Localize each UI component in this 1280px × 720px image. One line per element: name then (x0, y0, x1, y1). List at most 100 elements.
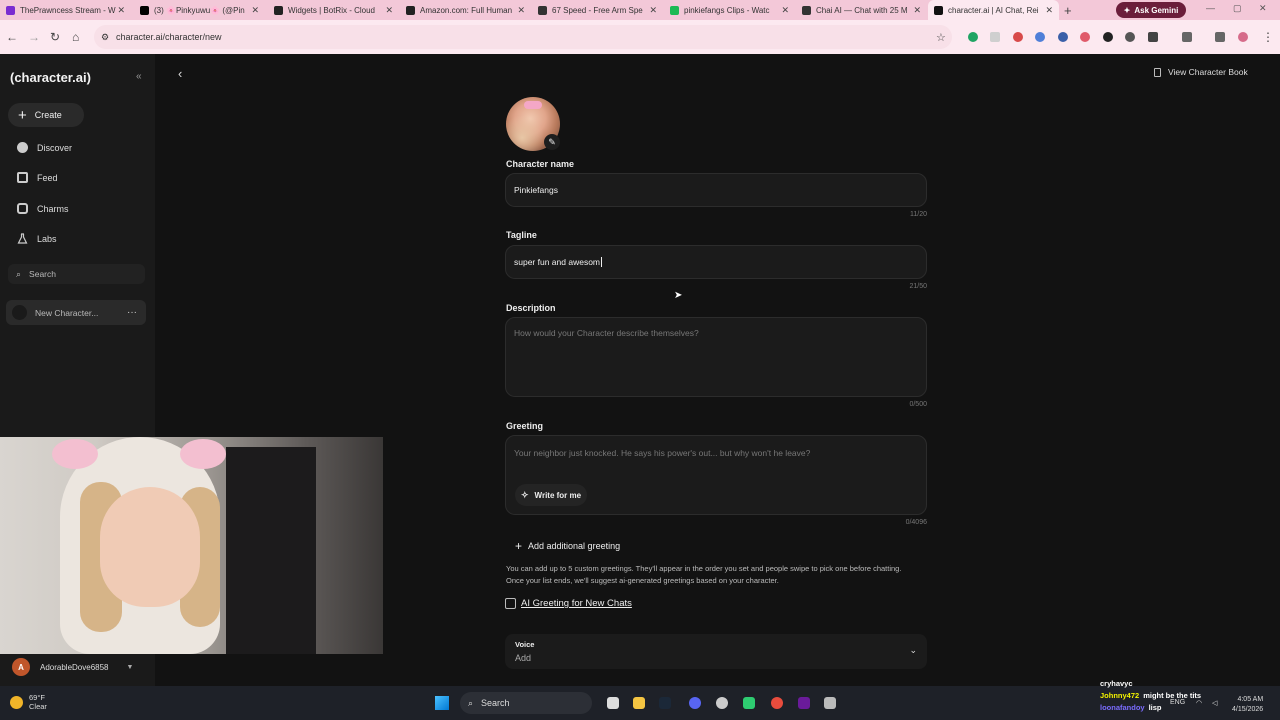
chat-message: lisp (1148, 703, 1162, 712)
close-tab-icon[interactable]: ✕ (781, 5, 789, 16)
sidebar-item-feed[interactable]: Feed (17, 172, 58, 183)
minimize-icon[interactable]: — (1206, 3, 1215, 13)
back-chevron-icon[interactable]: ‹ (178, 66, 182, 81)
character-name-input[interactable]: Pinkiefangs (505, 173, 927, 207)
extension-icon[interactable] (1103, 32, 1113, 42)
recent-chat-item[interactable]: New Character... ··· (6, 300, 146, 325)
browser-tab-bar: ThePrawncess Stream - W ✕ (3) 🌸Pinkyuwu🌸 (… (0, 0, 1280, 20)
extensions-puzzle-icon[interactable] (1148, 32, 1158, 42)
profile-avatar-icon[interactable] (1238, 32, 1248, 42)
add-greeting-button[interactable]: + Add additional greeting (509, 535, 629, 557)
chrome-icon[interactable] (771, 697, 783, 709)
extension-grammarly-icon[interactable] (968, 32, 978, 42)
close-tab-icon[interactable]: ✕ (251, 5, 259, 16)
forward-arrow-icon[interactable]: → (28, 30, 40, 44)
sidepanel-icon[interactable] (1182, 32, 1192, 42)
task-view-icon[interactable] (607, 697, 619, 709)
stream-chat-overlay: cryhavyc Johnny472 might be the tits loonaf… (1100, 678, 1201, 714)
description-textarea[interactable]: How would your Character describe themse… (505, 317, 927, 397)
app-icon[interactable] (798, 697, 810, 709)
collapse-sidebar-icon[interactable]: « (136, 71, 142, 82)
tab-favicon-icon (802, 5, 811, 15)
extension-icon[interactable] (1125, 32, 1135, 42)
sidebar-item-label: Feed (37, 172, 58, 183)
clock[interactable]: 4:05 AM 4/15/2026 (1232, 695, 1263, 715)
taskbar-search[interactable]: ⌕ Search (460, 692, 592, 714)
app-icon[interactable] (743, 697, 755, 709)
ask-gemini-button[interactable]: ✦ Ask Gemini (1116, 2, 1186, 18)
tagline-input[interactable]: super fun and awesom (505, 245, 927, 279)
app-icon[interactable] (824, 697, 836, 709)
site-logo[interactable]: (character.ai) (10, 70, 91, 85)
weather-widget[interactable]: 69°F Clear (10, 693, 47, 711)
tab-title: character.ai | AI Chat, Rei (948, 5, 1039, 15)
extension-icon[interactable] (1080, 32, 1090, 42)
voice-select[interactable]: Voice Add ⌄ (505, 634, 927, 669)
view-character-book-button[interactable]: View Character Book (1154, 67, 1248, 77)
chat-username: cryhavyc (1100, 679, 1133, 688)
tab-title: (3) 🌸Pinkyuwu🌸 (@Pin (154, 5, 245, 15)
edit-pencil-icon[interactable]: ✎ (544, 134, 560, 150)
weather-desc: Clear (29, 702, 47, 711)
browser-tab[interactable]: character.ai | AI Chat, Rei ✕ (928, 0, 1059, 20)
bookmark-star-icon[interactable]: ☆ (936, 31, 946, 44)
extension-icon[interactable] (1013, 32, 1023, 42)
close-tab-icon[interactable]: ✕ (649, 5, 657, 16)
sidebar-item-discover[interactable]: Discover (17, 142, 72, 153)
tab-favicon-icon (538, 5, 547, 15)
maximize-icon[interactable]: ▢ (1233, 3, 1242, 14)
description-counter: 0/500 (909, 401, 927, 408)
new-tab-button[interactable]: + (1064, 3, 1072, 18)
search-placeholder: Search (29, 269, 56, 279)
write-for-me-button[interactable]: ✧ Write for me (515, 484, 587, 506)
extension-icon[interactable] (990, 32, 1000, 42)
user-profile-button[interactable]: A AdorableDove6858 ▼ (12, 658, 133, 676)
create-button[interactable]: + Create (8, 103, 84, 127)
extension-icon[interactable] (1035, 32, 1045, 42)
plus-icon: + (18, 106, 27, 124)
browser-tab[interactable]: pinkiefangs Clips - Watc ✕ (664, 0, 795, 20)
sidebar-item-charms[interactable]: Charms (17, 203, 69, 214)
file-explorer-icon[interactable] (633, 697, 645, 709)
weather-temp: 69°F (29, 693, 45, 702)
browser-tab[interactable]: 67 Speed - Free Arm Spe ✕ (532, 0, 663, 20)
close-tab-icon[interactable]: ✕ (1045, 5, 1053, 16)
volume-icon[interactable]: ◁ (1212, 699, 1217, 707)
extension-icon[interactable] (1058, 32, 1068, 42)
sidebar-item-label: Charms (37, 203, 69, 214)
webcam-overlay (0, 437, 383, 654)
windows-start-icon[interactable] (435, 696, 449, 710)
site-info-icon[interactable]: ⚙ (101, 32, 109, 43)
browser-tab[interactable]: Widgets | BotRix - Cloud ✕ (268, 0, 399, 20)
home-icon[interactable]: ⌂ (72, 30, 79, 44)
checkbox-icon (505, 598, 516, 609)
browser-tab[interactable]: Amazon.com: Full Human ✕ (400, 0, 531, 20)
chevron-down-icon: ⌄ (909, 645, 917, 655)
browser-tab[interactable]: Chai AI — Chat with 25 M ✕ (796, 0, 927, 20)
media-icon[interactable] (1215, 32, 1225, 42)
close-tab-icon[interactable]: ✕ (117, 5, 125, 16)
browser-tab[interactable]: ThePrawncess Stream - W ✕ (0, 0, 131, 20)
close-tab-icon[interactable]: ✕ (517, 5, 525, 16)
close-window-icon[interactable]: ✕ (1259, 3, 1267, 14)
tab-favicon-icon (406, 5, 415, 15)
browser-menu-icon[interactable]: ⋮ (1262, 30, 1274, 44)
discord-icon[interactable] (689, 697, 701, 709)
more-options-icon[interactable]: ··· (127, 307, 137, 318)
close-tab-icon[interactable]: ✕ (913, 5, 921, 16)
ai-greeting-checkbox[interactable]: AI Greeting for New Chats (505, 598, 632, 609)
sidebar-item-labs[interactable]: Labs (17, 233, 57, 244)
plus-icon: + (515, 539, 523, 553)
url-field[interactable]: ⚙ character.ai/character/new (94, 25, 952, 49)
taskbar-search-label: Search (481, 698, 510, 708)
compass-icon (17, 142, 28, 153)
sidebar-search-input[interactable]: ⌕ Search (8, 264, 145, 284)
description-label: Description (506, 303, 556, 313)
browser-tab[interactable]: (3) 🌸Pinkyuwu🌸 (@Pin ✕ (134, 0, 265, 20)
steam-icon[interactable] (659, 697, 671, 709)
back-arrow-icon[interactable]: ← (6, 30, 18, 44)
avatar: A (12, 658, 30, 676)
close-tab-icon[interactable]: ✕ (385, 5, 393, 16)
app-icon[interactable] (716, 697, 728, 709)
reload-icon[interactable]: ↻ (50, 30, 60, 44)
